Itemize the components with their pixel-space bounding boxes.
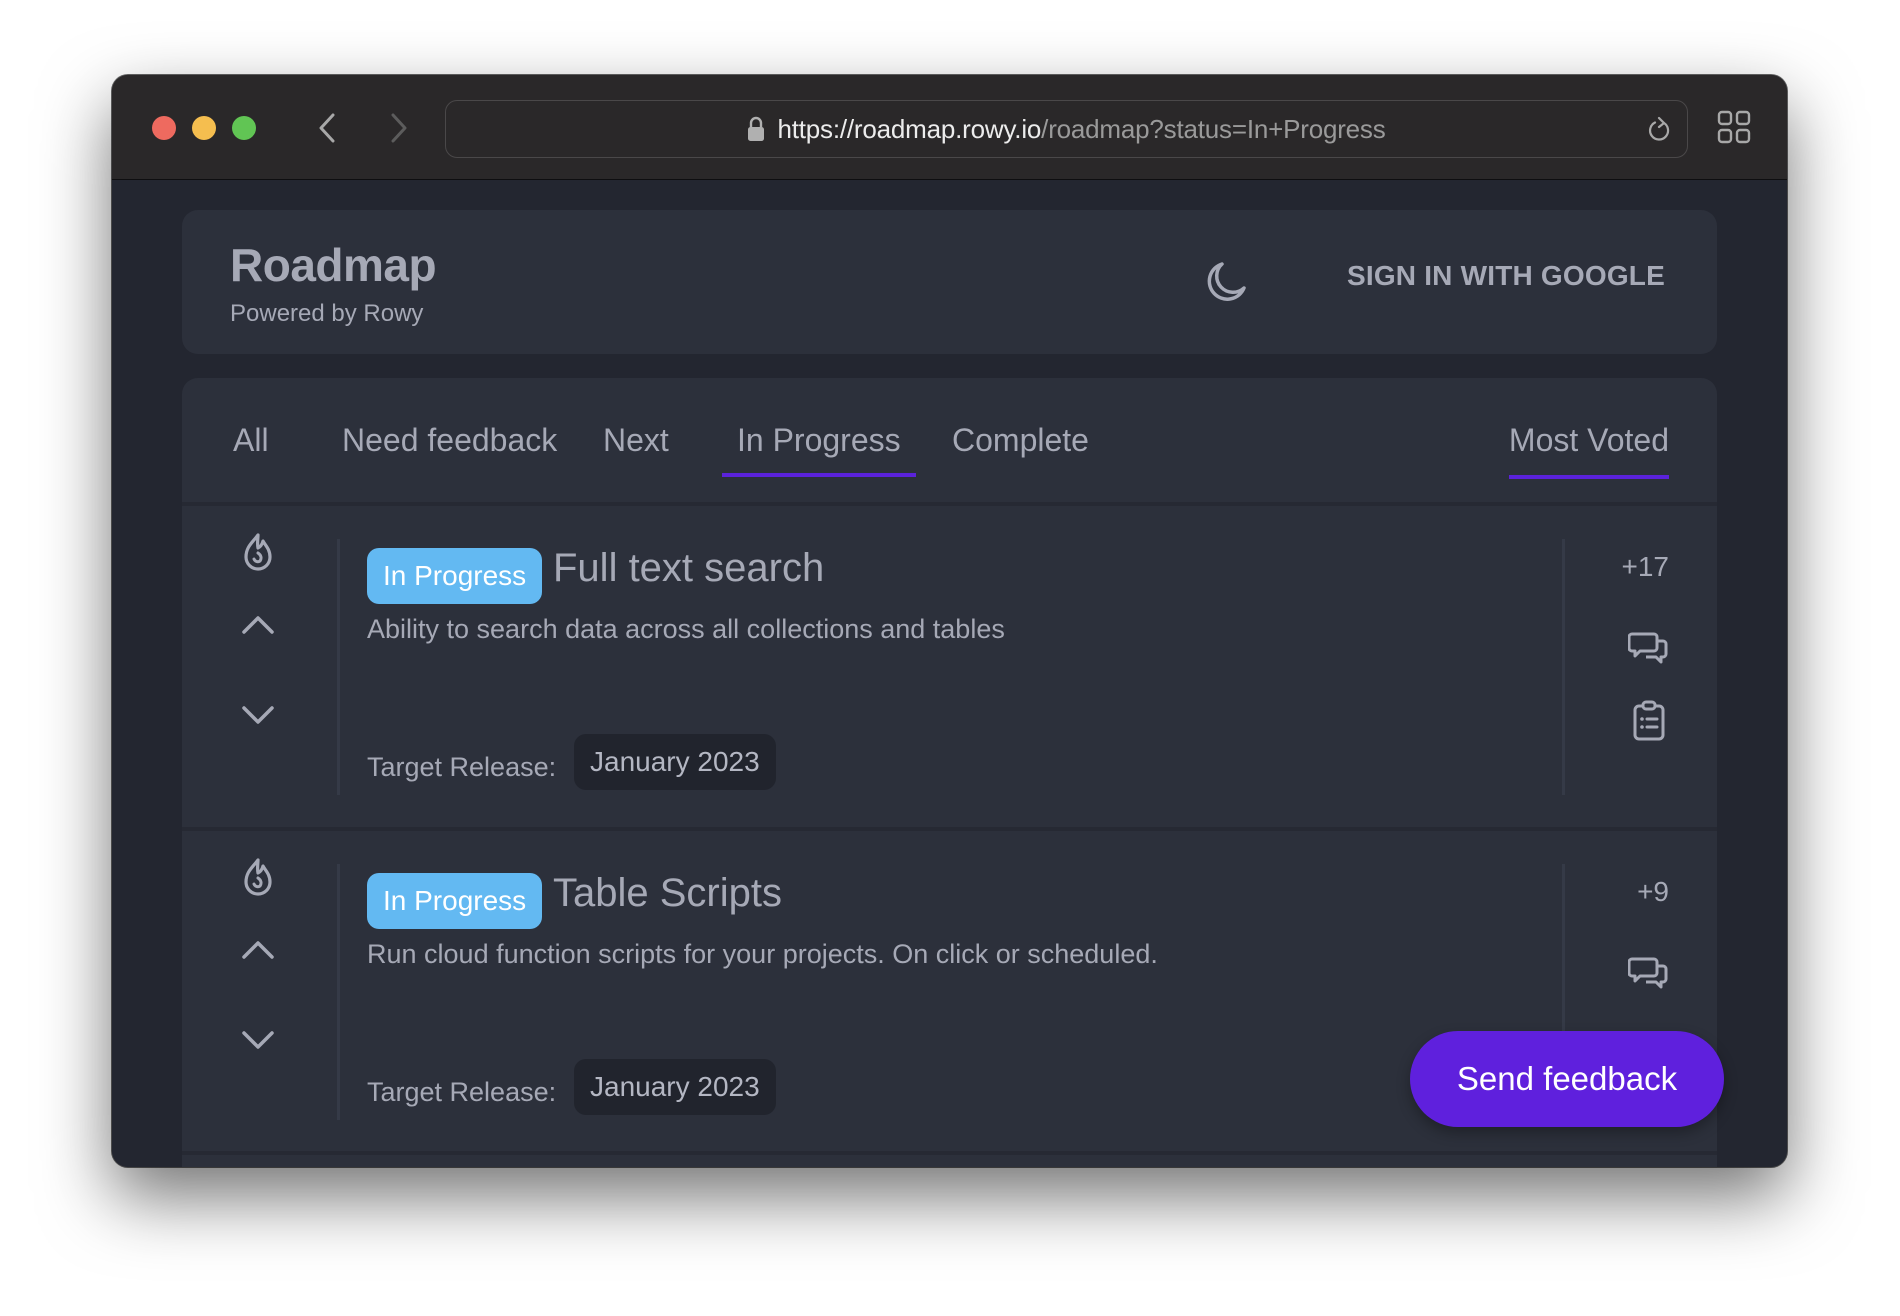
minimize-window-button[interactable] [192,116,216,140]
divider [1562,539,1565,795]
upvote-button[interactable] [233,925,283,975]
maximize-window-button[interactable] [232,116,256,140]
tab-need-feedback[interactable]: Need feedback [342,422,557,469]
close-window-button[interactable] [152,116,176,140]
vote-controls [182,831,337,1152]
sort-most-voted[interactable]: Most Voted [1508,422,1670,479]
comments-button[interactable] [1627,627,1671,671]
item-description: Run cloud function scripts for your proj… [367,939,1158,969]
back-button[interactable] [312,111,342,145]
tab-complete[interactable]: Complete [952,422,1089,469]
send-feedback-button[interactable]: Send feedback [1410,1031,1724,1127]
reload-icon [1648,116,1670,141]
fire-icon [244,533,272,571]
app-subtitle: Powered by Rowy [230,300,424,327]
address-bar[interactable]: https://roadmap.rowy.io/roadmap?status=I… [445,100,1688,158]
hot-button[interactable] [233,853,283,903]
downvote-button[interactable] [233,690,283,740]
hot-button[interactable] [233,528,283,578]
fire-icon [244,858,272,896]
tab-in-progress[interactable]: In Progress [722,422,916,477]
target-release-label: Target Release: [367,1077,557,1107]
status-tabs: All Need feedback Next In Progress Compl… [182,378,1717,502]
app-header: Roadmap Powered by Rowy SIGN IN WITH GOO… [182,210,1717,354]
moon-icon [1207,262,1246,301]
divider [337,864,340,1120]
tab-overview-button[interactable] [1716,109,1752,145]
tab-overview-icon [1717,110,1751,144]
status-badge: In Progress [367,873,543,929]
forward-button[interactable] [384,111,414,145]
target-release-label: Target Release: [367,752,557,782]
browser-titlebar: https://roadmap.rowy.io/roadmap?status=I… [112,75,1787,180]
chevron-left-icon [319,113,335,143]
item-title[interactable]: Table Scripts [553,871,782,916]
url-host: https://roadmap.rowy.io [777,113,1042,144]
tab-all[interactable]: All [233,422,269,469]
comments-icon [1628,957,1668,989]
theme-toggle-button[interactable] [1198,256,1252,310]
vote-score: +17 [1621,551,1670,582]
reload-button[interactable] [1643,114,1675,146]
lock-icon [747,116,765,142]
chevron-up-icon [242,616,274,634]
vote-score: +9 [1637,876,1669,907]
tab-next[interactable]: Next [603,422,669,469]
status-badge: In Progress [367,548,543,604]
clipboard-list-icon [1633,700,1665,741]
roadmap-item: In Progress Full text search Ability to … [182,506,1717,827]
chevron-up-icon [242,941,274,959]
vote-controls [182,506,337,827]
divider [182,1151,1717,1155]
downvote-button[interactable] [233,1015,283,1065]
browser-window: https://roadmap.rowy.io/roadmap?status=I… [112,75,1787,1167]
chevron-down-icon [242,1031,274,1049]
upvote-button[interactable] [233,600,283,650]
details-button[interactable] [1627,699,1671,743]
app-title: Roadmap [230,239,437,291]
item-title[interactable]: Full text search [553,546,824,591]
divider [337,539,340,795]
chevron-right-icon [391,113,407,143]
url-path: /roadmap?status=In+Progress [1041,113,1386,144]
comments-button[interactable] [1627,952,1671,996]
target-release-chip: January 2023 [574,1059,776,1115]
comments-icon [1628,632,1668,664]
target-release-chip: January 2023 [574,734,776,790]
item-description: Ability to search data across all collec… [367,614,1005,644]
page-content: Roadmap Powered by Rowy SIGN IN WITH GOO… [112,181,1787,1167]
chevron-down-icon [242,706,274,724]
sign-in-with-google-button[interactable]: SIGN IN WITH GOOGLE [1347,260,1665,292]
